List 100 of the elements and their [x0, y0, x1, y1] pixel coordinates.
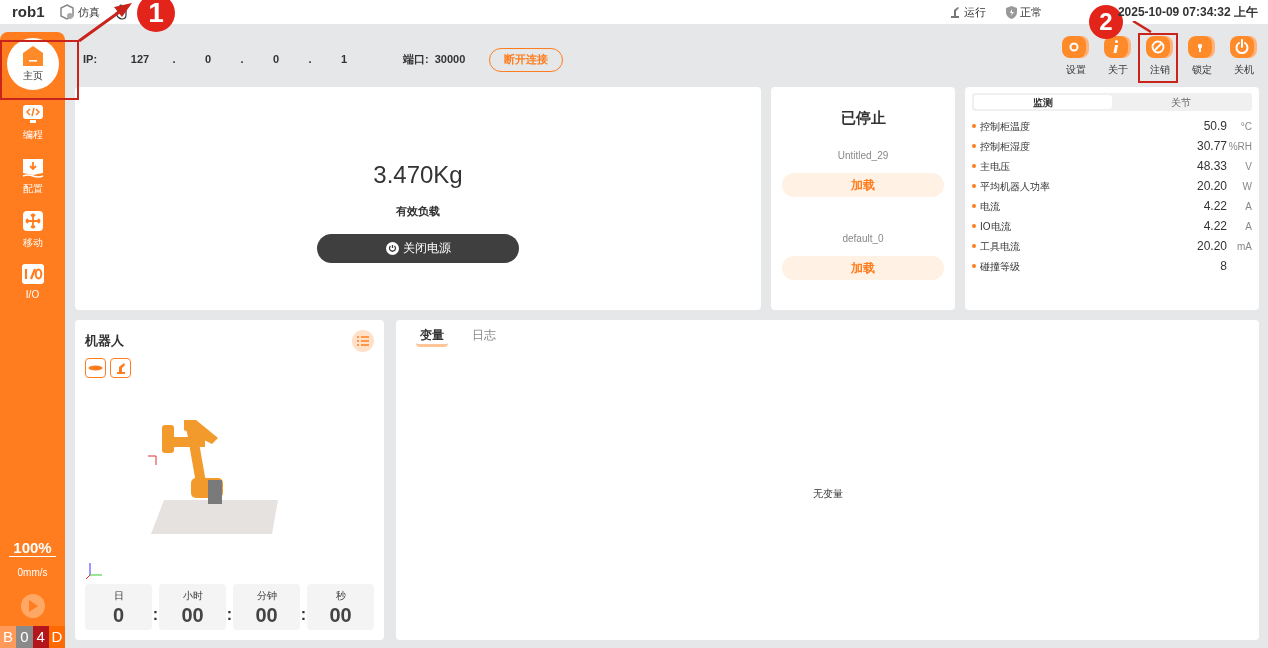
ip-label: IP:: [83, 52, 99, 68]
mode-indicator: 仿真: [58, 3, 100, 21]
ip-octet: 127: [129, 52, 151, 68]
metric-label: 平均机器人功率: [980, 179, 1051, 194]
panel-tab[interactable]: 日志: [468, 326, 500, 347]
pointer-arrow: [78, 2, 132, 42]
metric-unit: mA: [1237, 240, 1252, 252]
list-icon: [357, 336, 369, 346]
panel-tab[interactable]: 变量: [416, 326, 448, 347]
prohibited-icon: [1145, 34, 1175, 59]
io-icon: [21, 264, 44, 284]
metric-unit: V: [1245, 160, 1252, 172]
timer-unit: 日: [113, 588, 124, 603]
timer-value: 00: [255, 602, 278, 627]
bullet-icon: [972, 244, 976, 248]
robot-title: 机器人: [85, 332, 124, 351]
timer-colon: :: [226, 605, 233, 625]
move-arrows-icon: [21, 210, 44, 232]
metric-label: 主电压: [980, 159, 1011, 174]
download-map-icon: [21, 156, 44, 178]
metric-unit: W: [1242, 180, 1252, 192]
timer-value: 0: [112, 602, 125, 627]
bullet-icon: [972, 124, 976, 128]
bullet-icon: [972, 264, 976, 268]
program-state: 已停止: [840, 108, 886, 128]
callout-number: 1: [137, 0, 175, 32]
timer-colon: :: [152, 605, 159, 625]
house-icon: [21, 45, 44, 67]
bullet-icon: [972, 164, 976, 168]
power-off-button[interactable]: 关闭电源: [317, 233, 519, 263]
toolbar-button[interactable]: 注销: [1145, 34, 1175, 77]
toolbar-button[interactable]: 关机: [1229, 34, 1259, 77]
ip-octet: 0: [203, 52, 213, 68]
base-view-button[interactable]: [85, 358, 106, 378]
highlight-frame: [1138, 33, 1178, 83]
velocity-text: 0mm/s: [17, 566, 48, 580]
info-icon: [1103, 34, 1133, 59]
lock-icon: [1187, 34, 1217, 59]
timer-value: 00: [329, 602, 352, 627]
program-name: default_0: [842, 231, 884, 246]
status-label: 正常: [1019, 4, 1042, 20]
app-title: rob1: [12, 1, 45, 22]
bullet-icon: [972, 204, 976, 208]
toolbar-button[interactable]: 设置: [1061, 34, 1091, 77]
metric-value: 48.33: [1196, 158, 1227, 175]
payload-label: 有效负载: [396, 204, 440, 219]
metric-label: 电流: [980, 199, 1001, 214]
metric-unit: A: [1245, 200, 1252, 212]
nav-item[interactable]: 主页: [6, 38, 59, 90]
metric-value: 20.20: [1196, 238, 1227, 255]
power-icon: [1229, 34, 1259, 59]
bullet-icon: [972, 184, 976, 188]
timer-value: 00: [181, 602, 204, 627]
metric-unit: %RH: [1228, 140, 1252, 152]
shield-icon: [1005, 5, 1017, 19]
timer-unit: 小时: [182, 588, 203, 603]
monitor-tab[interactable]: 监测: [974, 95, 1112, 109]
metric-label: 碰撞等级: [980, 259, 1021, 274]
axes-icon: [85, 562, 103, 580]
metric-value: 8: [1220, 258, 1227, 275]
payload-value: 3.470Kg: [373, 160, 463, 190]
metric-value: 4.22: [1203, 218, 1227, 235]
status-code-char: B: [0, 626, 17, 648]
play-icon: [27, 600, 38, 612]
timer-colon: :: [300, 605, 307, 625]
ip-octet: 1: [339, 52, 349, 68]
port-label: 端口:: [403, 52, 429, 68]
gear-icon: [1061, 34, 1091, 59]
ip-dot: .: [171, 52, 177, 68]
metric-value: 4.22: [1203, 198, 1227, 215]
code-monitor-icon: [21, 104, 44, 124]
metric-value: 50.9: [1203, 118, 1227, 135]
toolbar-button[interactable]: 锁定: [1187, 34, 1217, 77]
metric-label: 控制柜湿度: [980, 139, 1031, 154]
ip-dot: .: [239, 52, 245, 68]
power-icon: [385, 241, 399, 255]
arm-view-button[interactable]: [110, 358, 131, 378]
program-name: Untitled_29: [837, 148, 889, 163]
metric-value: 20.20: [1196, 178, 1227, 195]
metric-label: 工具电流: [980, 239, 1021, 254]
metric-unit: °C: [1240, 120, 1252, 132]
play-button[interactable]: [20, 594, 45, 618]
metric-value: 30.77: [1196, 138, 1227, 155]
timer-unit: 分钟: [256, 588, 277, 603]
robot-arm-icon: [948, 5, 961, 19]
metric-label: 控制柜温度: [980, 119, 1031, 134]
list-menu-button[interactable]: [352, 330, 374, 352]
date-time: 2025-10-09 07:34:32 上午: [1117, 4, 1258, 21]
monitor-tab[interactable]: 关节: [1112, 95, 1250, 109]
port-value: 30000: [434, 52, 466, 68]
status-label: 运行: [963, 4, 986, 20]
toolbar-button[interactable]: 关于: [1103, 34, 1133, 77]
ip-octet: 0: [271, 52, 281, 68]
timer-unit: 秒: [335, 588, 346, 603]
disc-icon: [88, 365, 103, 371]
metric-unit: A: [1245, 220, 1252, 232]
status-code-char: 0: [16, 626, 33, 648]
ip-dot: .: [307, 52, 313, 68]
bullet-icon: [972, 144, 976, 148]
speed-percent: 100%: [9, 539, 56, 557]
